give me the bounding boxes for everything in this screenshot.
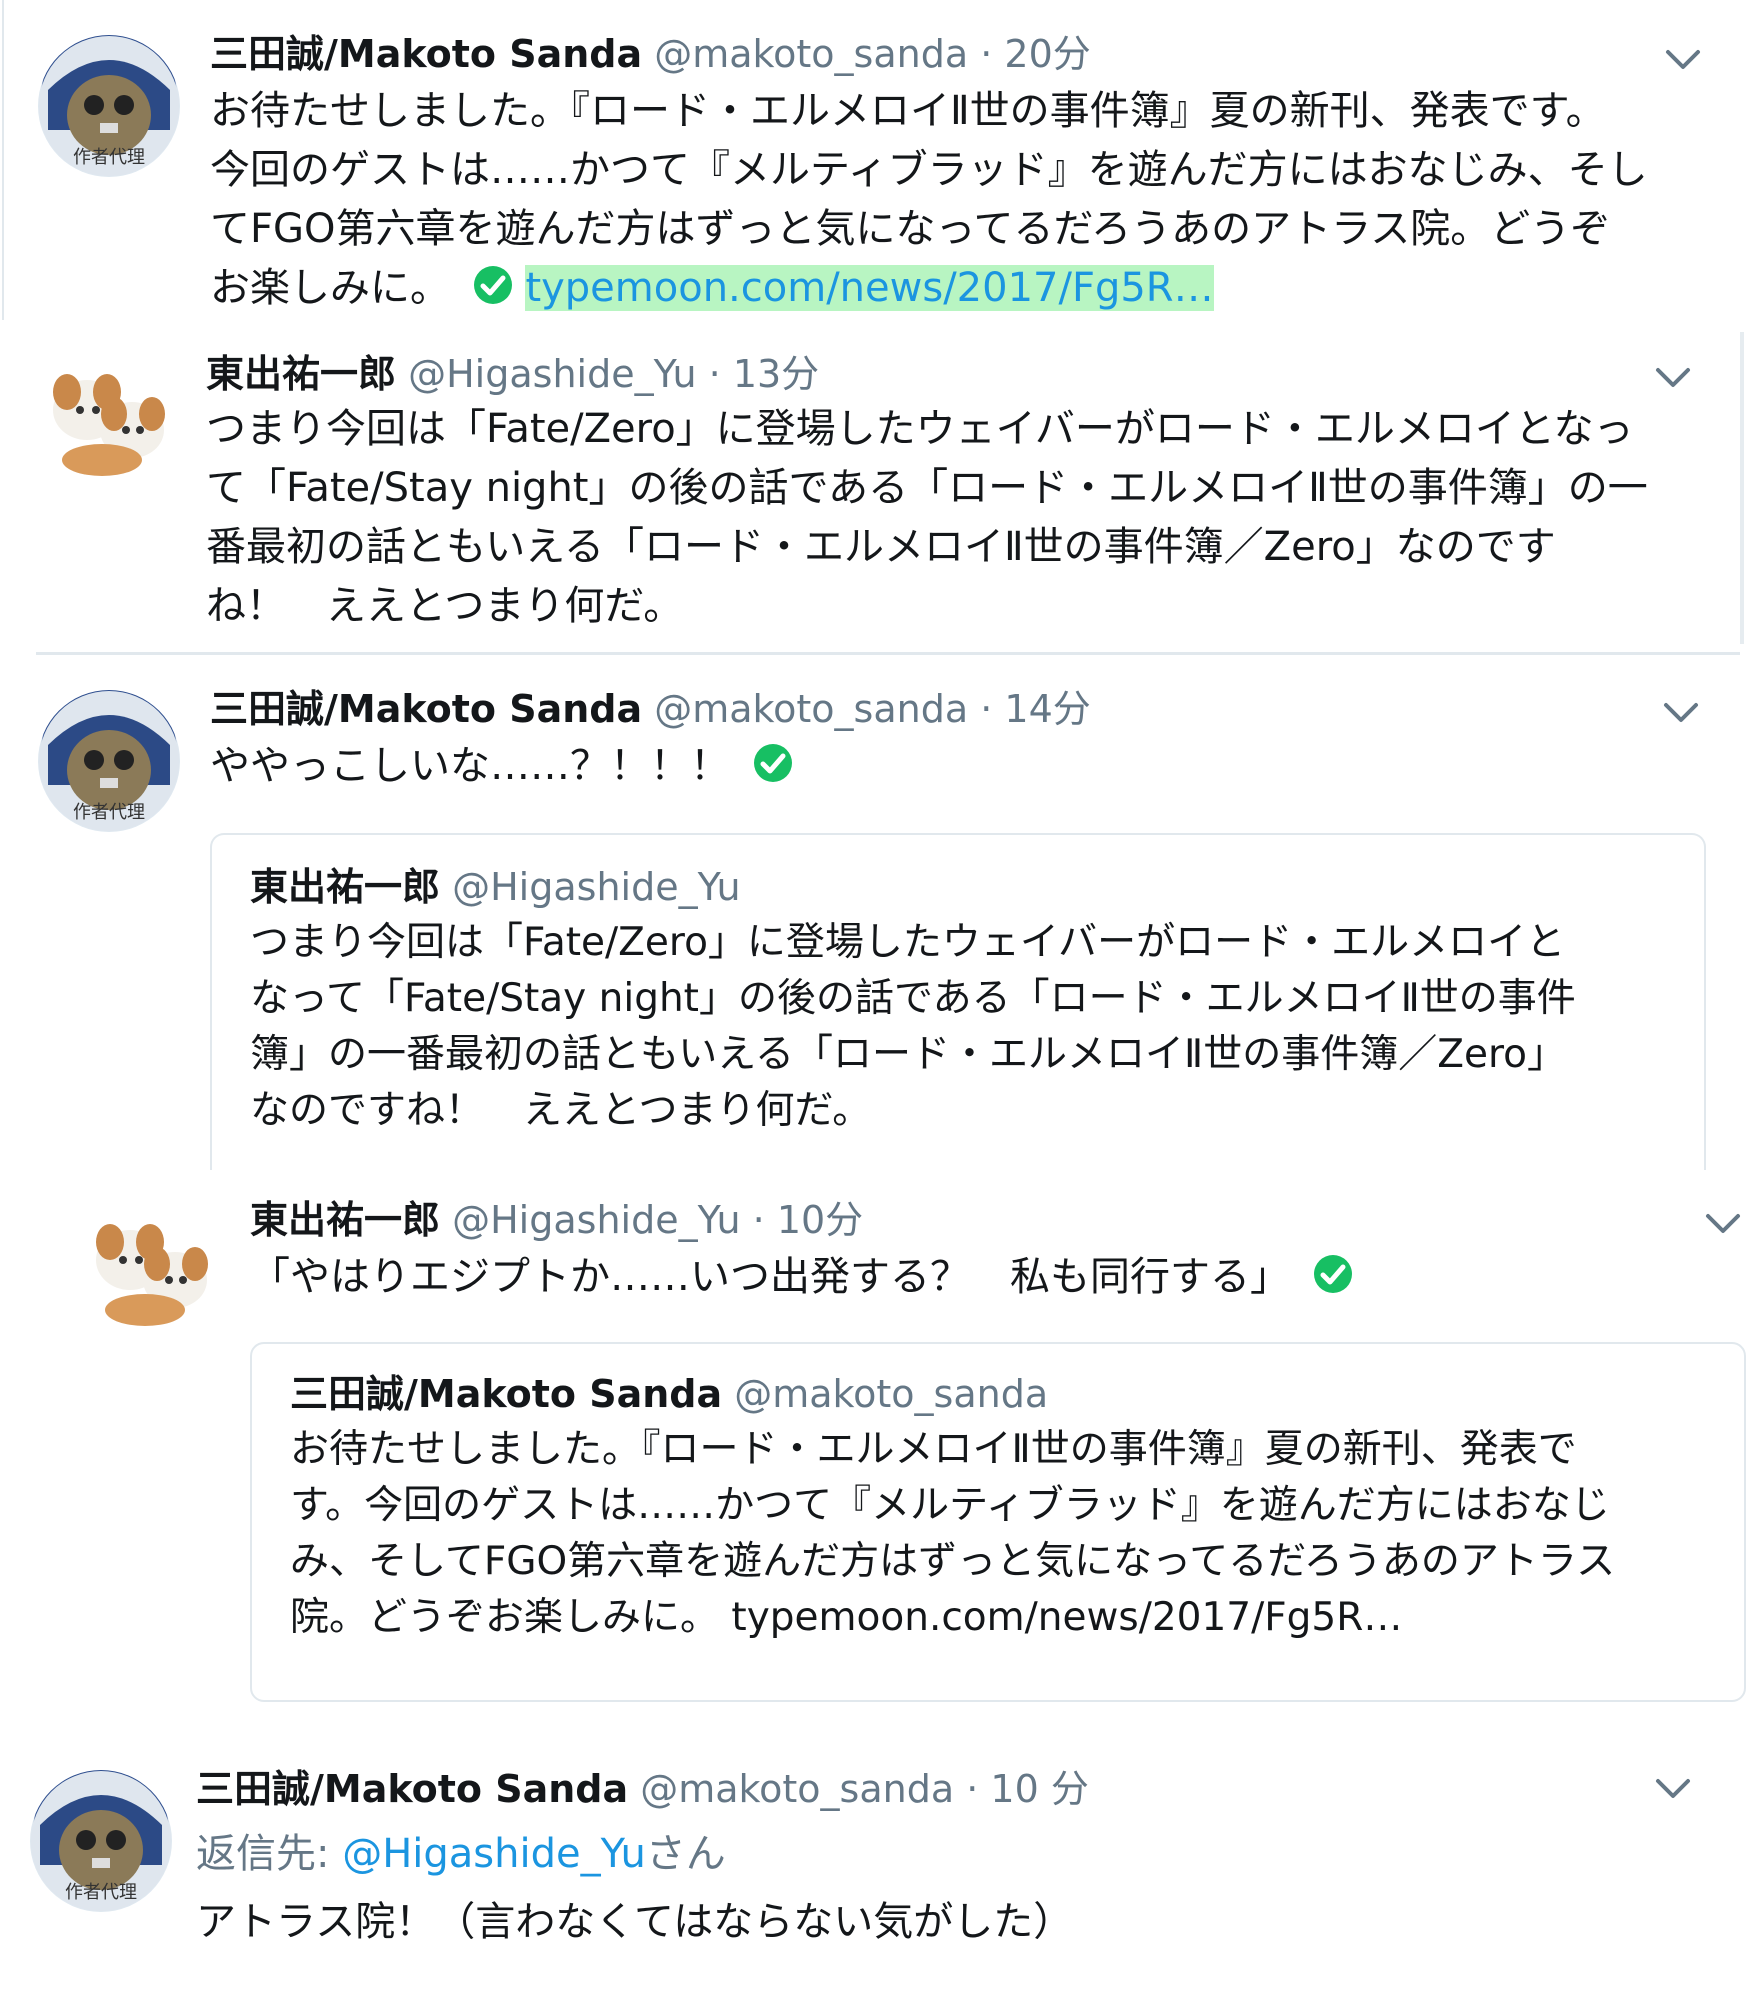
tweet-text: つまり今回は「Fate/Zero」に登場したウェイバーがロード・エルメロイとなっ… [206,400,1726,636]
separator: · [752,1198,765,1242]
text-line: ね！ ええとつまり何だ。 [206,583,684,629]
tweet-header: 東出祐一郎 @Higashide_Yu · 13分 [206,346,819,402]
owl-avatar[interactable]: 作者代理 [38,690,180,832]
user-handle[interactable]: @makoto_sanda [654,687,968,731]
check-circle-icon [753,744,792,782]
chevron-down-icon[interactable] [1700,1200,1746,1246]
separator: · [708,352,721,396]
quoted-tweet[interactable]: 三田誠/Makoto Sanda @makoto_sanda お待たせしました。… [250,1342,1746,1702]
quote-text: お待たせしました。『ロード・エルメロイⅡ世の事件簿』夏の新刊、発表で す。今回の… [290,1422,1730,1646]
dogs-avatar[interactable] [75,1200,225,1340]
owl-avatar-graphic: 作者代理 [39,36,179,176]
user-handle[interactable]: @makoto_sanda [640,1767,954,1811]
chevron-down-icon[interactable] [1660,36,1706,82]
quote-text: つまり今回は「Fate/Zero」に登場したウェイバーがロード・エルメロイと な… [250,915,1690,1139]
text-line: 院。どうぞお楽しみに。 typemoon.com/news/2017/Fg5R… [290,1595,1403,1640]
user-handle[interactable]: @makoto_sanda [654,32,968,76]
owl-avatar-graphic: 作者代理 [31,1771,171,1911]
avatar-watermark: 作者代理 [65,1882,137,1903]
display-name[interactable]: 東出祐一郎 [250,1198,440,1242]
tweet-header: 三田誠/Makoto Sanda @makoto_sanda · 20分 [210,26,1091,82]
text-fragment: ややっこしいな……？！！！ [210,743,730,789]
tweet-link[interactable]: typemoon.com/news/2017/Fg5R… [525,265,1214,311]
text-line: てFGO第六章を遊んだ方はずっと気になってるだろうあのアトラス院。どうぞ [210,206,1611,252]
right-border [1740,332,1744,644]
tweet-5[interactable]: 作者代理 三田誠/Makoto Sanda @makoto_sanda · 10… [0,1745,1755,2000]
owl-avatar[interactable]: 作者代理 [30,1770,172,1912]
tweet-3[interactable]: 作者代理 三田誠/Makoto Sanda @makoto_sanda · 14… [0,655,1755,1180]
display-name[interactable]: 東出祐一郎 [206,352,396,396]
timestamp[interactable]: 20分 [1004,32,1090,76]
reply-mention-link[interactable]: @Higashide_Yu [342,1831,646,1877]
reply-suffix: さん [645,1831,726,1877]
text-fragment: お楽しみに。 [210,265,450,311]
tweet-header: 三田誠/Makoto Sanda @makoto_sanda · 14分 [210,681,1091,737]
separator: · [966,1767,979,1811]
display-name[interactable]: 三田誠/Makoto Sanda [210,687,642,731]
text-line: なのですね！ ええとつまり何だ。 [250,1088,872,1133]
check-circle-icon [473,266,512,304]
text-line: つまり今回は「Fate/Zero」に登場したウェイバーがロード・エルメロイと [250,920,1566,965]
tweet-1[interactable]: 作者代理 三田誠/Makoto Sanda @makoto_sanda · 20… [0,0,1755,320]
avatar-watermark: 作者代理 [73,802,145,823]
dogs-avatar-graphic [53,374,165,476]
user-handle[interactable]: @Higashide_Yu [408,352,696,396]
tweet-header: 東出祐一郎 @Higashide_Yu · 10分 [250,1192,863,1248]
chevron-down-icon[interactable] [1650,1765,1696,1811]
left-border [2,0,4,320]
text-fragment: 「やはりエジプトか……いつ出発する？ 私も同行する」 [250,1254,1290,1300]
dogs-avatar-graphic [96,1224,208,1326]
reply-context: 返信先: @Higashide_Yuさん [196,1825,1676,1884]
text-line: 今回のゲストは……かつて『メルティブラッド』を遊んだ方にはおなじみ、そし [210,147,1648,193]
text-line: す。今回のゲストは……かつて『メルティブラッド』を遊んだ方にはおなじ [290,1483,1610,1528]
user-handle[interactable]: @Higashide_Yu [452,1198,740,1242]
tweet-header: 三田誠/Makoto Sanda @makoto_sanda · 10 分 [196,1761,1089,1817]
avatar-watermark: 作者代理 [73,147,145,168]
text-fragment: アトラス院！（言わなくてはならない気がした） [196,1899,1074,1945]
separator: · [980,32,993,76]
timestamp[interactable]: 10分 [777,1198,863,1242]
owl-avatar[interactable]: 作者代理 [38,35,180,177]
timestamp[interactable]: 14分 [1004,687,1090,731]
owl-avatar-graphic: 作者代理 [39,691,179,831]
tweet-text: お待たせしました。『ロード・エルメロイⅡ世の事件簿』夏の新刊、発表です。 今回の… [210,82,1730,318]
reply-label: 返信先: [196,1831,343,1877]
quote-user-handle: @Higashide_Yu [452,865,741,909]
quote-display-name: 三田誠/Makoto Sanda [290,1372,723,1416]
display-name[interactable]: 三田誠/Makoto Sanda [210,32,642,76]
tweet-2[interactable]: 東出祐一郎 @Higashide_Yu · 13分 つまり今回は「Fate/Ze… [0,320,1755,650]
timestamp[interactable]: 13分 [733,352,819,396]
text-line: 簿」の一番最初の話ともいえる「ロード・エルメロイⅡ世の事件簿／Zero」 [250,1032,1566,1077]
quote-header: 三田誠/Makoto Sanda @makoto_sanda [290,1366,1048,1422]
text-line: つまり今回は「Fate/Zero」に登場したウェイバーがロード・エルメロイとなっ [206,406,1634,452]
text-line: お待たせしました。『ロード・エルメロイⅡ世の事件簿』夏の新刊、発表で [290,1427,1577,1472]
display-name[interactable]: 三田誠/Makoto Sanda [196,1767,628,1811]
text-line: て「Fate/Stay night」の後の話である「ロード・エルメロイⅡ世の事件… [206,465,1648,511]
text-line: 番最初の話ともいえる「ロード・エルメロイⅡ世の事件簿／Zero」なのです [206,524,1556,570]
text-line: なって「Fate/Stay night」の後の話である「ロード・エルメロイⅡ世の… [250,976,1576,1021]
text-line-last: お楽しみに。 typemoon.com/news/2017/Fg5R… [210,259,1730,318]
quote-display-name: 東出祐一郎 [250,865,441,909]
dogs-avatar[interactable] [32,350,182,490]
chevron-down-icon[interactable] [1658,689,1704,735]
quote-header: 東出祐一郎 @Higashide_Yu [250,859,741,915]
chevron-down-icon[interactable] [1650,354,1696,400]
separator: · [980,687,993,731]
check-circle-icon [1313,1255,1352,1293]
quoted-tweet[interactable]: 東出祐一郎 @Higashide_Yu つまり今回は「Fate/Zero」に登場… [210,833,1706,1180]
text-line: お待たせしました。『ロード・エルメロイⅡ世の事件簿』夏の新刊、発表です。 [210,88,1606,134]
tweet-4[interactable]: 東出祐一郎 @Higashide_Yu · 10分 「やはりエジプトか……いつ出… [0,1170,1755,1710]
quote-user-handle: @makoto_sanda [734,1372,1049,1416]
tweet-text: 「やはりエジプトか……いつ出発する？ 私も同行する」 [250,1248,1730,1307]
tweet-text: ややっこしいな……？！！！ [210,737,1710,796]
tweet-text: アトラス院！（言わなくてはならない気がした） [196,1893,1676,1952]
text-line: み、そしてFGO第六章を遊んだ方はずっと気になってるだろうあのアトラス [290,1539,1616,1584]
timestamp[interactable]: 10 分 [990,1767,1088,1811]
